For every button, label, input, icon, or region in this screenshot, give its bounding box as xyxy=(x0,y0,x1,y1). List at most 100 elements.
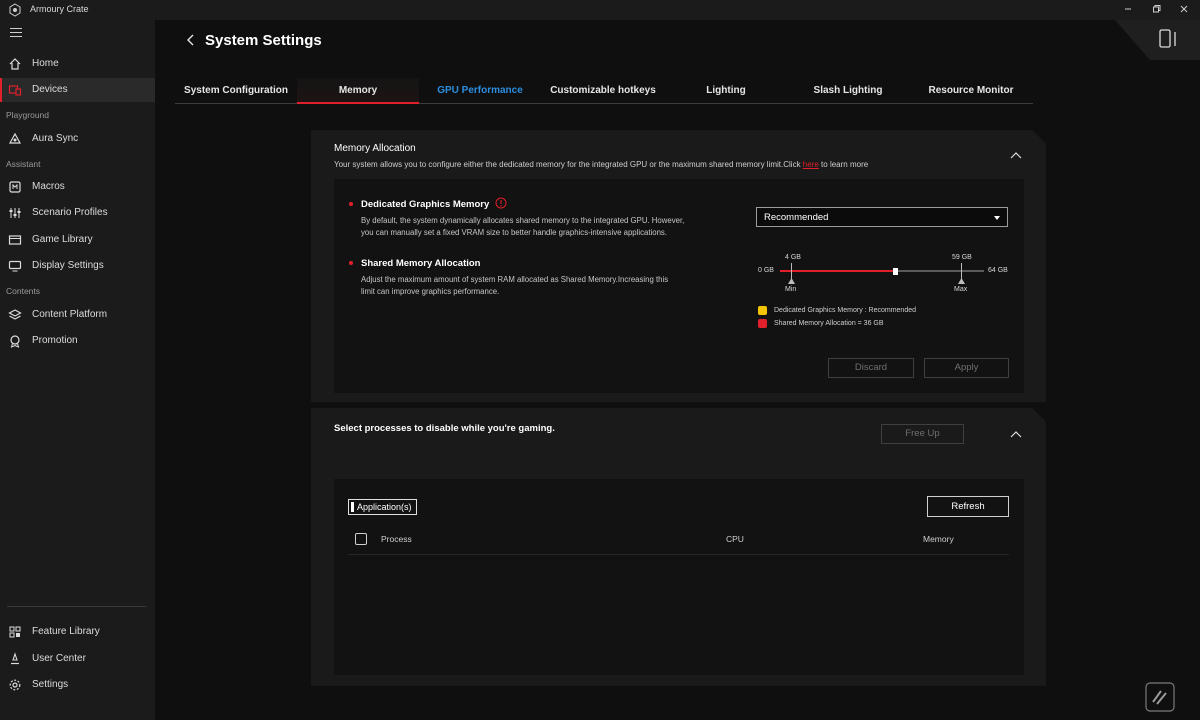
refresh-button[interactable]: Refresh xyxy=(927,496,1009,517)
tab-resource-monitor[interactable]: Resource Monitor xyxy=(909,78,1033,104)
memory-allocation-panel: Dedicated Graphics Memory By default, th… xyxy=(334,179,1024,393)
select-all-checkbox[interactable] xyxy=(355,533,367,545)
column-header-memory[interactable]: Memory xyxy=(923,534,954,544)
info-icon[interactable] xyxy=(495,197,507,209)
back-arrow-icon[interactable] xyxy=(185,32,197,48)
application-filter[interactable]: Application(s) xyxy=(348,499,417,515)
main-content: System Settings System Configuration Mem… xyxy=(155,20,1200,720)
sidebar-item-scenario-profiles[interactable]: Scenario Profiles xyxy=(0,201,155,225)
collapse-chevron-up-icon[interactable] xyxy=(1009,429,1023,439)
close-icon xyxy=(1180,6,1188,13)
app-title: Armoury Crate xyxy=(30,4,89,14)
slider-min-mark-value: 4 GB xyxy=(785,254,801,261)
free-up-button[interactable]: Free Up xyxy=(881,424,964,444)
dedicated-memory-title: Dedicated Graphics Memory xyxy=(361,199,490,210)
sidebar: Home Devices Playground Aura Sync Assist… xyxy=(0,20,155,720)
sidebar-item-content-platform[interactable]: Content Platform xyxy=(0,303,155,327)
section-contents: Contents xyxy=(6,286,41,296)
aura-icon xyxy=(8,132,22,144)
slider-fill xyxy=(780,270,895,272)
legend-dedicated-text: Dedicated Graphics Memory : Recommended xyxy=(774,307,917,314)
sliders-icon xyxy=(9,208,21,218)
sidebar-item-label: User Center xyxy=(32,653,86,664)
slider-min-marker xyxy=(791,263,792,279)
device-view-button[interactable] xyxy=(1115,20,1200,60)
sidebar-item-display-settings[interactable]: Display Settings xyxy=(0,254,155,278)
tab-gpu-performance[interactable]: GPU Performance xyxy=(419,78,541,104)
table-header-divider xyxy=(348,554,1009,555)
dedicated-memory-dropdown[interactable]: Recommended xyxy=(756,207,1008,227)
settings-tabs: System Configuration Memory GPU Performa… xyxy=(175,78,1033,104)
armoury-crate-logo-icon xyxy=(9,3,21,17)
user-icon xyxy=(11,652,19,665)
section-playground: Playground xyxy=(6,110,50,120)
hamburger-menu-icon[interactable] xyxy=(10,28,22,38)
slider-min-text: Min xyxy=(785,286,797,293)
learn-more-link[interactable]: here xyxy=(803,160,819,169)
tab-customizable-hotkeys[interactable]: Customizable hotkeys xyxy=(541,78,665,104)
bullet-dot xyxy=(349,261,353,265)
max-marker-triangle-icon xyxy=(958,278,965,284)
sidebar-item-macros[interactable]: Macros xyxy=(0,175,155,199)
bullet-dot xyxy=(349,202,353,206)
minimize-icon xyxy=(1125,8,1131,10)
slash-logo-icon[interactable] xyxy=(1145,682,1175,712)
tab-lighting[interactable]: Lighting xyxy=(665,78,787,104)
sidebar-divider xyxy=(7,606,146,607)
dedicated-memory-desc-line1: By default, the system dynamically alloc… xyxy=(361,216,685,225)
column-header-process[interactable]: Process xyxy=(381,534,412,544)
column-header-cpu[interactable]: CPU xyxy=(726,534,744,544)
home-icon xyxy=(9,58,21,70)
min-marker-triangle-icon xyxy=(788,278,795,284)
apply-button[interactable]: Apply xyxy=(924,358,1009,378)
discard-button[interactable]: Discard xyxy=(828,358,914,378)
sidebar-item-promotion[interactable]: Promotion xyxy=(0,329,155,353)
tab-slash-lighting[interactable]: Slash Lighting xyxy=(787,78,909,104)
page-title: System Settings xyxy=(205,32,322,49)
collapse-chevron-up-icon[interactable] xyxy=(1009,150,1023,160)
sidebar-item-label: Display Settings xyxy=(32,260,104,271)
sidebar-item-label: Aura Sync xyxy=(32,133,79,144)
slider-max-marker xyxy=(961,263,962,279)
legend-swatch-yellow xyxy=(758,306,767,315)
badge-icon xyxy=(10,335,20,348)
devices-icon xyxy=(8,85,22,96)
shared-memory-desc-line2: limit can improve graphics performance. xyxy=(361,287,500,296)
sidebar-item-user-center[interactable]: User Center xyxy=(0,647,155,671)
shared-memory-slider[interactable]: 0 GB 64 GB 4 GB 59 GB Min Max xyxy=(758,254,1008,299)
restore-icon xyxy=(1153,5,1161,13)
memory-allocation-title: Memory Allocation xyxy=(334,143,416,154)
sidebar-item-home[interactable]: Home xyxy=(0,52,155,76)
processes-panel: Application(s) Refresh Process CPU Memor… xyxy=(334,479,1024,675)
sidebar-item-aura-sync[interactable]: Aura Sync xyxy=(0,127,155,151)
legend-dedicated: Dedicated Graphics Memory : Recommended xyxy=(758,305,958,317)
processes-title: Select processes to disable while you're… xyxy=(334,423,555,434)
macros-icon xyxy=(9,181,21,193)
sidebar-item-label: Promotion xyxy=(32,335,78,346)
dropdown-arrow-icon xyxy=(994,216,1000,220)
sidebar-item-label: Feature Library xyxy=(32,626,100,637)
shared-memory-title: Shared Memory Allocation xyxy=(361,258,481,269)
tab-system-configuration[interactable]: System Configuration xyxy=(175,78,297,104)
sidebar-item-label: Game Library xyxy=(32,234,93,245)
legend-shared: Shared Memory Allocation = 36 GB xyxy=(758,318,958,330)
sidebar-item-settings[interactable]: Settings xyxy=(0,673,155,697)
sidebar-item-label: Content Platform xyxy=(32,309,108,320)
sidebar-item-devices[interactable]: Devices xyxy=(0,78,155,102)
sidebar-item-feature-library[interactable]: Feature Library xyxy=(0,620,155,644)
sidebar-item-label: Scenario Profiles xyxy=(32,207,108,218)
slider-thumb[interactable] xyxy=(892,268,898,275)
slider-max-label: 64 GB xyxy=(988,267,1008,274)
dropdown-selected-value: Recommended xyxy=(764,212,829,223)
memory-allocation-description: Your system allows you to configure eith… xyxy=(334,160,868,169)
shared-memory-desc-line1: Adjust the maximum amount of system RAM … xyxy=(361,275,669,284)
legend-shared-text: Shared Memory Allocation = 36 GB xyxy=(774,320,884,327)
close-button[interactable] xyxy=(1166,0,1200,20)
tab-memory[interactable]: Memory xyxy=(297,78,419,104)
game-library-icon xyxy=(8,235,22,245)
processes-card: Select processes to disable while you're… xyxy=(311,408,1046,686)
slider-max-mark-value: 59 GB xyxy=(952,254,972,261)
sidebar-item-game-library[interactable]: Game Library xyxy=(0,228,155,252)
section-assistant: Assistant xyxy=(6,159,41,169)
dedicated-memory-desc-line2: you can manually set a fixed VRAM size t… xyxy=(361,228,667,237)
